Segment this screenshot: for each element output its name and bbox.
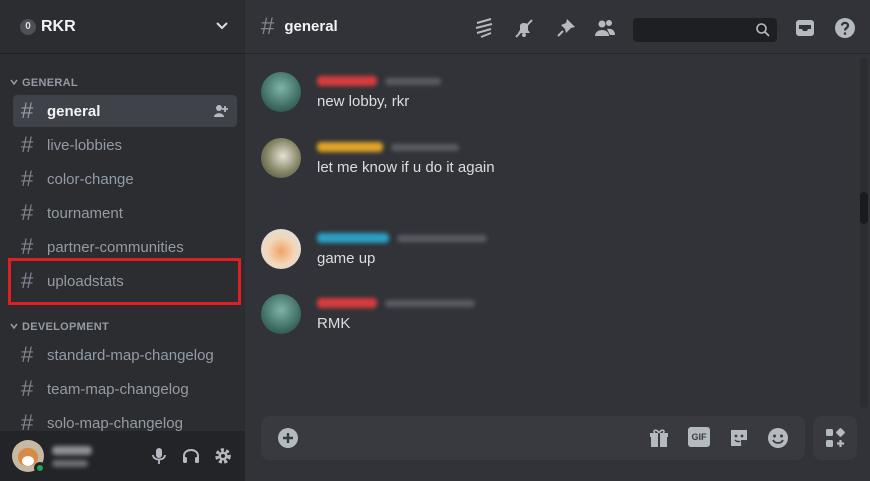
channel-sidebar: 0 RKR GENERAL # general # live-lobbies #… <box>0 0 245 481</box>
server-header[interactable]: 0 RKR <box>0 0 245 54</box>
message-composer[interactable] <box>261 416 805 460</box>
username-redacted[interactable] <box>317 298 377 308</box>
pin-icon[interactable] <box>555 17 577 39</box>
avatar[interactable] <box>261 138 301 178</box>
scrollbar-thumb[interactable] <box>860 192 868 224</box>
channel-solo-map-changelog[interactable]: # solo-map-changelog <box>13 407 237 431</box>
channel-name: team-map-changelog <box>47 380 189 398</box>
channel-name: partner-communities <box>47 238 184 256</box>
inbox-icon[interactable] <box>794 17 816 39</box>
server-name: RKR <box>41 17 76 35</box>
timestamp-redacted <box>397 234 487 242</box>
message-list: new lobby, rkr let me know if u do it ag… <box>245 54 857 404</box>
channel-team-map-changelog[interactable]: # team-map-changelog <box>13 373 237 405</box>
timestamp-redacted <box>391 143 459 151</box>
online-status-icon <box>34 462 46 474</box>
timestamp-redacted <box>385 77 441 85</box>
channel-name: solo-map-changelog <box>47 414 183 432</box>
page-title: general <box>284 18 338 35</box>
username-redacted[interactable] <box>317 76 377 86</box>
username-redacted[interactable] <box>317 233 389 243</box>
avatar[interactable] <box>261 72 301 112</box>
message-text: RMK <box>317 315 351 332</box>
category-chevron-icon <box>10 78 18 88</box>
gear-icon[interactable] <box>213 446 233 466</box>
hash-icon: # <box>21 376 34 401</box>
message-text: let me know if u do it again <box>317 159 495 176</box>
search-input[interactable] <box>633 18 777 42</box>
hash-icon: # <box>21 234 34 259</box>
message-text: new lobby, rkr <box>317 93 410 110</box>
channel-general[interactable]: # general <box>13 95 237 127</box>
gif-icon[interactable]: GIF <box>688 427 710 447</box>
avatar[interactable] <box>261 229 301 269</box>
channel-list: GENERAL # general # live-lobbies # color… <box>0 54 245 431</box>
username-redacted[interactable] <box>317 142 383 152</box>
server-badge: 0 <box>20 18 36 35</box>
highlight-annotation-box <box>8 258 241 305</box>
user-status-redacted <box>52 459 88 467</box>
threads-icon[interactable] <box>473 17 495 39</box>
apps-icon <box>824 427 846 449</box>
channel-name: live-lobbies <box>47 136 123 154</box>
hash-icon: # <box>21 166 34 191</box>
channel-name: general <box>47 102 101 120</box>
channel-name: tournament <box>47 204 123 222</box>
username-redacted <box>52 445 92 455</box>
hash-icon: # <box>21 98 34 123</box>
emoji-icon[interactable] <box>767 427 789 449</box>
headphones-icon[interactable] <box>181 446 201 466</box>
channel-standard-map-changelog[interactable]: # standard-map-changelog <box>13 339 237 371</box>
user-info[interactable] <box>52 445 122 467</box>
hash-icon: # <box>21 132 34 157</box>
channel-name: standard-map-changelog <box>47 346 214 364</box>
timestamp-redacted <box>385 299 475 307</box>
category-label: GENERAL <box>22 77 78 89</box>
add-member-icon[interactable] <box>213 103 229 119</box>
message-text: game up <box>317 250 376 267</box>
help-icon[interactable] <box>834 17 856 39</box>
gift-icon[interactable] <box>648 427 670 449</box>
channel-live-lobbies[interactable]: # live-lobbies <box>13 129 237 161</box>
channel-tournament[interactable]: # tournament <box>13 197 237 229</box>
mute-icon[interactable] <box>513 17 535 39</box>
add-attachment-icon[interactable] <box>277 427 299 449</box>
category-chevron-icon <box>10 322 18 332</box>
category-general[interactable]: GENERAL <box>0 76 78 90</box>
hash-icon: # <box>261 12 275 40</box>
category-development[interactable]: DEVELOPMENT <box>0 320 109 334</box>
scrollbar[interactable] <box>860 58 868 408</box>
sticker-icon[interactable] <box>728 427 750 449</box>
chevron-down-icon[interactable] <box>215 18 229 35</box>
mic-icon[interactable] <box>149 446 169 466</box>
channel-name: color-change <box>47 170 134 188</box>
search-icon <box>755 22 771 38</box>
hash-icon: # <box>21 342 34 367</box>
category-label: DEVELOPMENT <box>22 321 110 333</box>
apps-button[interactable] <box>813 416 857 460</box>
members-icon[interactable] <box>594 17 616 39</box>
hash-icon: # <box>21 410 34 431</box>
hash-icon: # <box>21 200 34 225</box>
channel-color-change[interactable]: # color-change <box>13 163 237 195</box>
user-panel <box>0 431 245 481</box>
avatar[interactable] <box>261 294 301 334</box>
